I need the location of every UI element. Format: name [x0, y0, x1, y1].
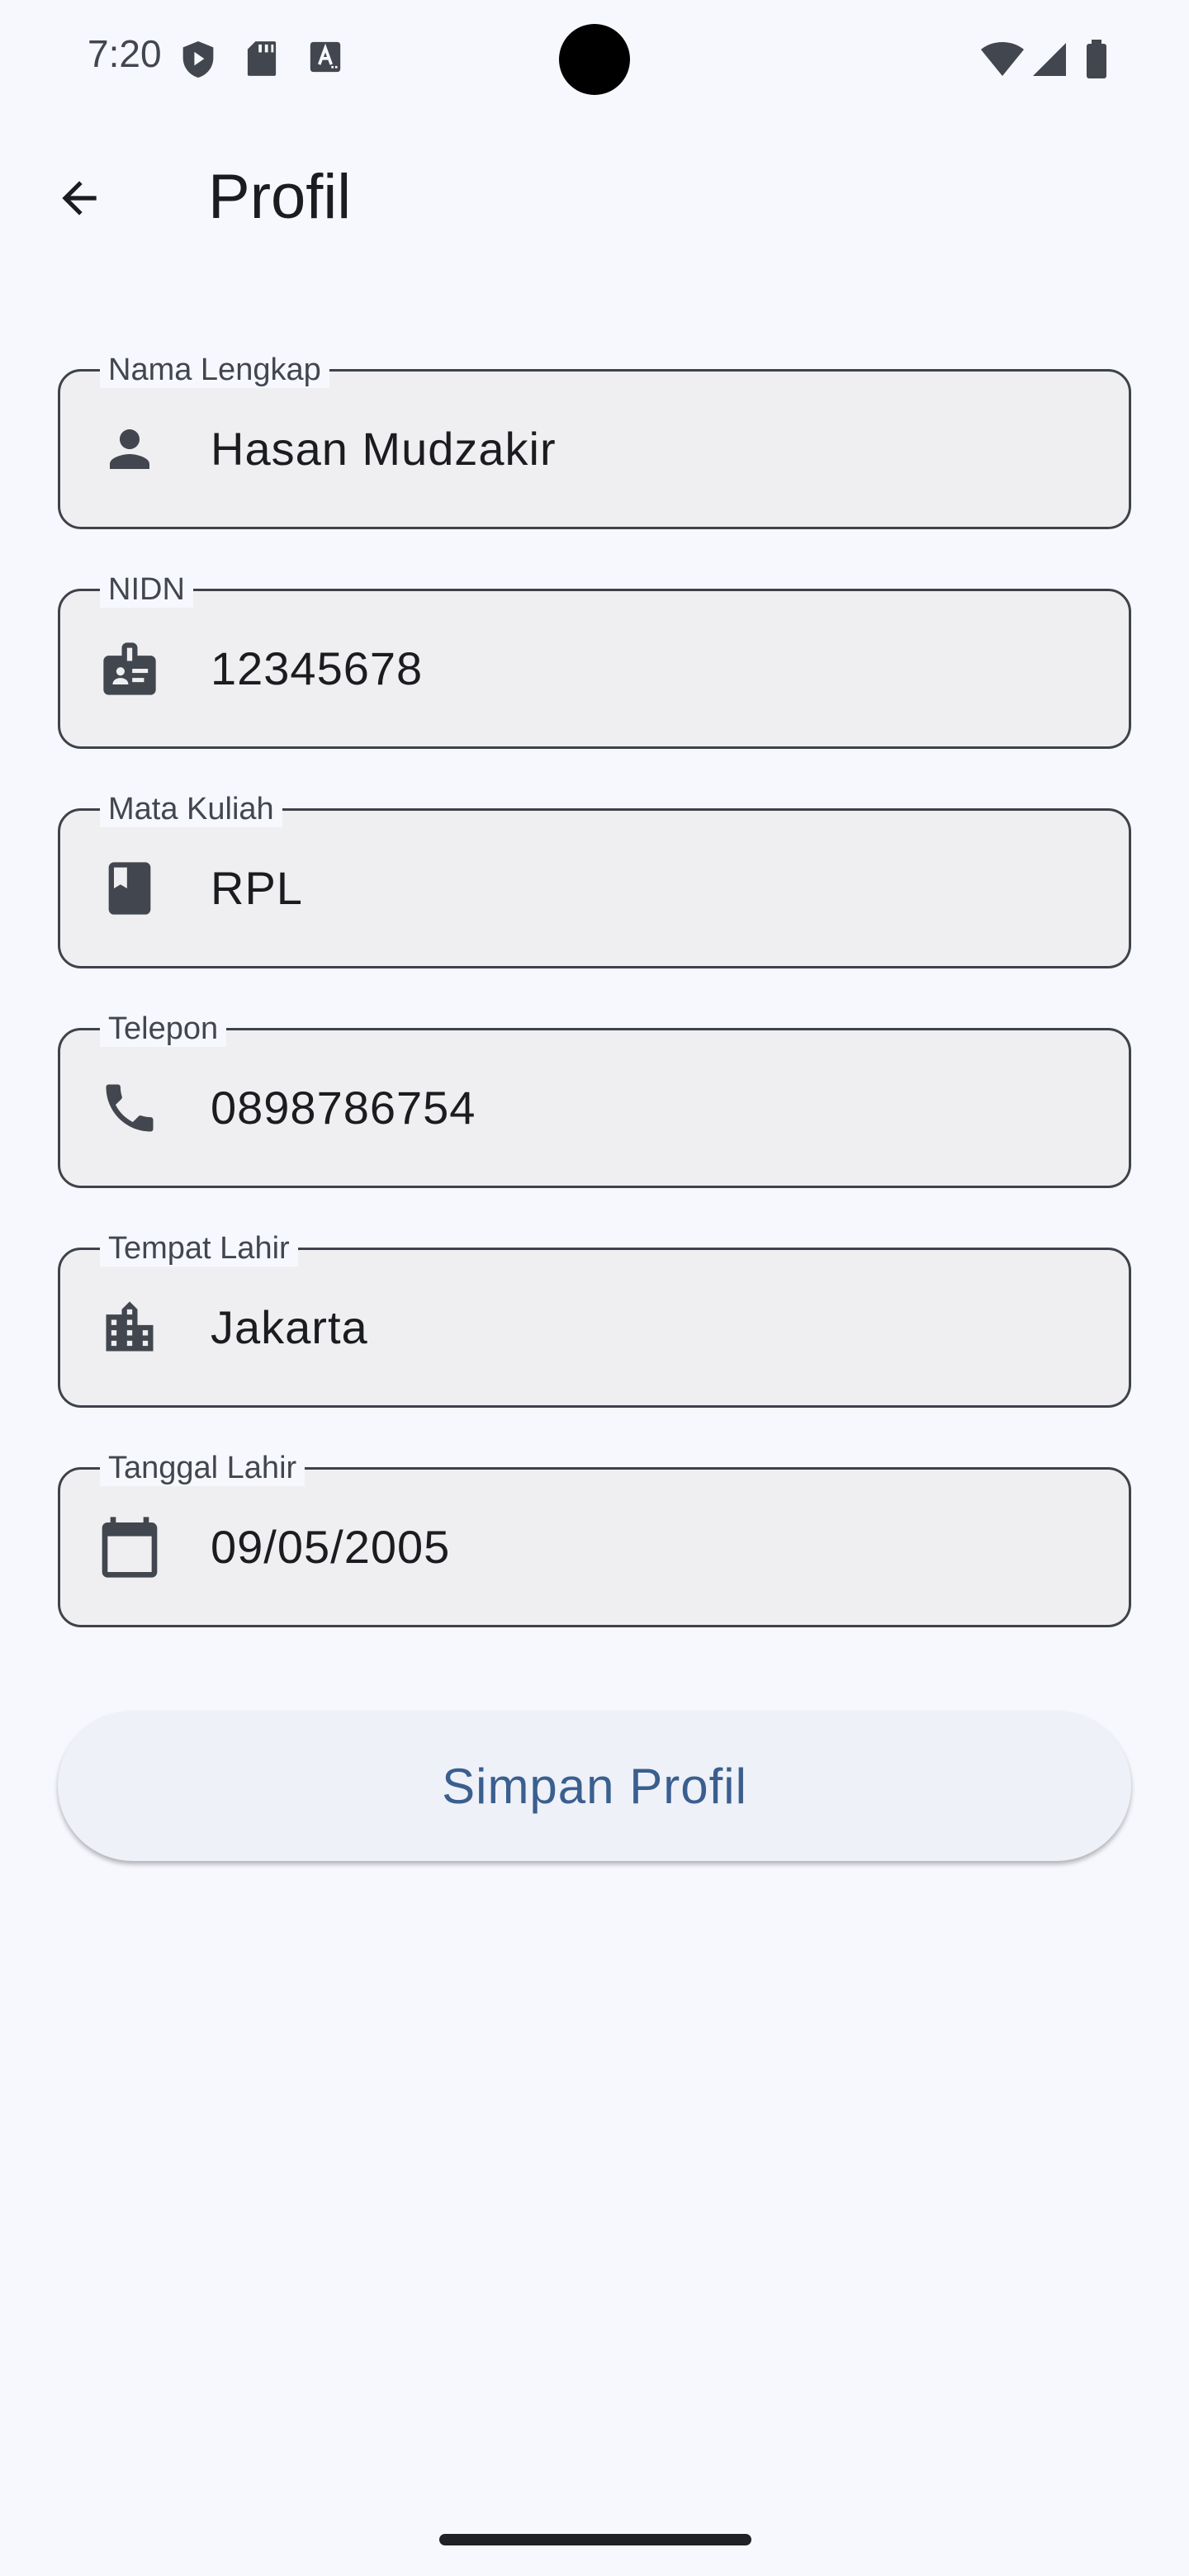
save-profile-button[interactable]: Simpan Profil — [58, 1711, 1131, 1861]
page-title: Profil — [208, 162, 352, 232]
location-city-icon — [95, 1293, 164, 1362]
nidn-field[interactable]: NIDN — [58, 571, 1131, 749]
course-field[interactable]: Mata Kuliah — [58, 791, 1131, 968]
full-name-input[interactable] — [211, 420, 1102, 478]
course-input[interactable] — [211, 859, 1102, 917]
save-profile-label: Simpan Profil — [442, 1758, 747, 1814]
nidn-label: NIDN — [100, 571, 193, 608]
wifi-icon — [981, 42, 1024, 76]
phone-icon — [95, 1073, 164, 1143]
person-icon — [95, 414, 164, 484]
sd-card-icon — [247, 41, 277, 76]
nidn-input[interactable] — [211, 640, 1102, 698]
birthdate-label: Tanggal Lahir — [100, 1450, 306, 1486]
status-bar: 7:20 — [0, 0, 1189, 116]
app-bar: Profil — [0, 140, 1189, 256]
camera-cutout — [559, 24, 630, 95]
birthplace-field[interactable]: Tempat Lahir — [58, 1230, 1131, 1408]
phone-label: Telepon — [100, 1011, 227, 1047]
full-name-field[interactable]: Nama Lengkap — [58, 352, 1131, 529]
course-label: Mata Kuliah — [100, 791, 282, 827]
badge-icon — [95, 634, 164, 703]
book-icon — [95, 854, 164, 923]
shield-play-icon — [182, 41, 214, 78]
back-button[interactable] — [40, 159, 119, 238]
arrow-back-icon — [62, 181, 97, 215]
birthdate-input[interactable] — [211, 1518, 1102, 1576]
keyboard-a-icon — [310, 41, 341, 73]
phone-input[interactable] — [211, 1079, 1102, 1137]
calendar-icon — [95, 1513, 164, 1582]
birthplace-input[interactable] — [211, 1299, 1102, 1357]
phone-field[interactable]: Telepon — [58, 1011, 1131, 1188]
full-name-label: Nama Lengkap — [100, 352, 329, 388]
cellular-signal-icon — [1033, 43, 1066, 76]
birthdate-field[interactable]: Tanggal Lahir — [58, 1450, 1131, 1627]
gesture-navigation-bar[interactable] — [439, 2534, 751, 2545]
battery-icon — [1087, 40, 1106, 78]
birthplace-label: Tempat Lahir — [100, 1230, 298, 1267]
status-time: 7:20 — [88, 32, 162, 75]
